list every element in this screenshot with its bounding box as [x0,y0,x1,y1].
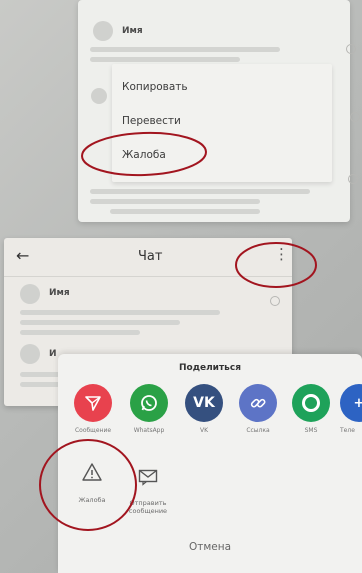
sms-icon [292,384,330,422]
share-target-telegram[interactable]: + Теле [340,384,362,434]
share-target-label: Сообщение [74,427,112,434]
link-icon [239,384,277,422]
avatar [91,88,107,104]
share-target-sms[interactable]: SMS [288,384,334,434]
share-sheet-title: Поделиться [178,363,241,373]
message-text-line [20,320,180,325]
telegram-icon: + [340,384,362,422]
report-label: Жалоба [78,496,106,504]
warning-icon [82,463,102,481]
send-message-button[interactable]: Отправить сообщение [118,468,178,515]
message-author: Имя [122,26,143,36]
share-target-message[interactable]: Сообщение [70,384,116,434]
like-icon[interactable] [348,174,358,184]
share-target-label: Теле [340,427,355,434]
share-target-whatsapp[interactable]: WhatsApp [126,384,172,434]
share-target-vk[interactable]: VK VK [181,384,227,434]
message-text-line [20,310,220,315]
more-options-icon[interactable]: ⋮ [274,246,289,262]
message-icon [138,469,158,486]
whatsapp-icon [130,384,168,422]
message-text-line [20,372,60,377]
cancel-button[interactable]: Отмена [58,541,362,553]
send-message-label: Отправить сообщение [128,499,168,515]
like-icon[interactable] [270,296,280,306]
message-text-line [90,199,260,204]
avatar [20,344,40,364]
message-author: И [49,349,57,359]
message-text-line [90,47,280,52]
message-text-line [20,382,60,387]
menu-item-translate[interactable]: Перевести [122,115,181,127]
chat-header: ← Чат ⋮ [4,238,292,277]
report-button[interactable]: Жалоба [62,462,122,504]
back-arrow-icon[interactable]: ← [16,246,29,265]
message-text-line [20,330,140,335]
share-target-label: Ссылка [246,427,270,434]
share-target-label: VK [199,427,209,434]
avatar [93,21,113,41]
context-menu: Копировать Перевести Жалоба [112,64,332,182]
vk-icon: VK [185,384,223,422]
message-text-line [90,189,310,194]
share-target-label: SMS [304,427,318,434]
message-author: Имя [49,288,70,298]
menu-item-copy[interactable]: Копировать [122,81,188,93]
send-icon [74,384,112,422]
avatar [20,284,40,304]
like-icon[interactable] [350,112,360,122]
message-text-line [90,57,240,62]
share-target-link[interactable]: Ссылка [235,384,281,434]
message-text-line [110,209,260,214]
menu-item-report[interactable]: Жалоба [122,149,166,161]
chat-title: Чат [138,249,163,264]
share-target-label: WhatsApp [133,427,165,434]
like-icon[interactable] [346,44,356,54]
